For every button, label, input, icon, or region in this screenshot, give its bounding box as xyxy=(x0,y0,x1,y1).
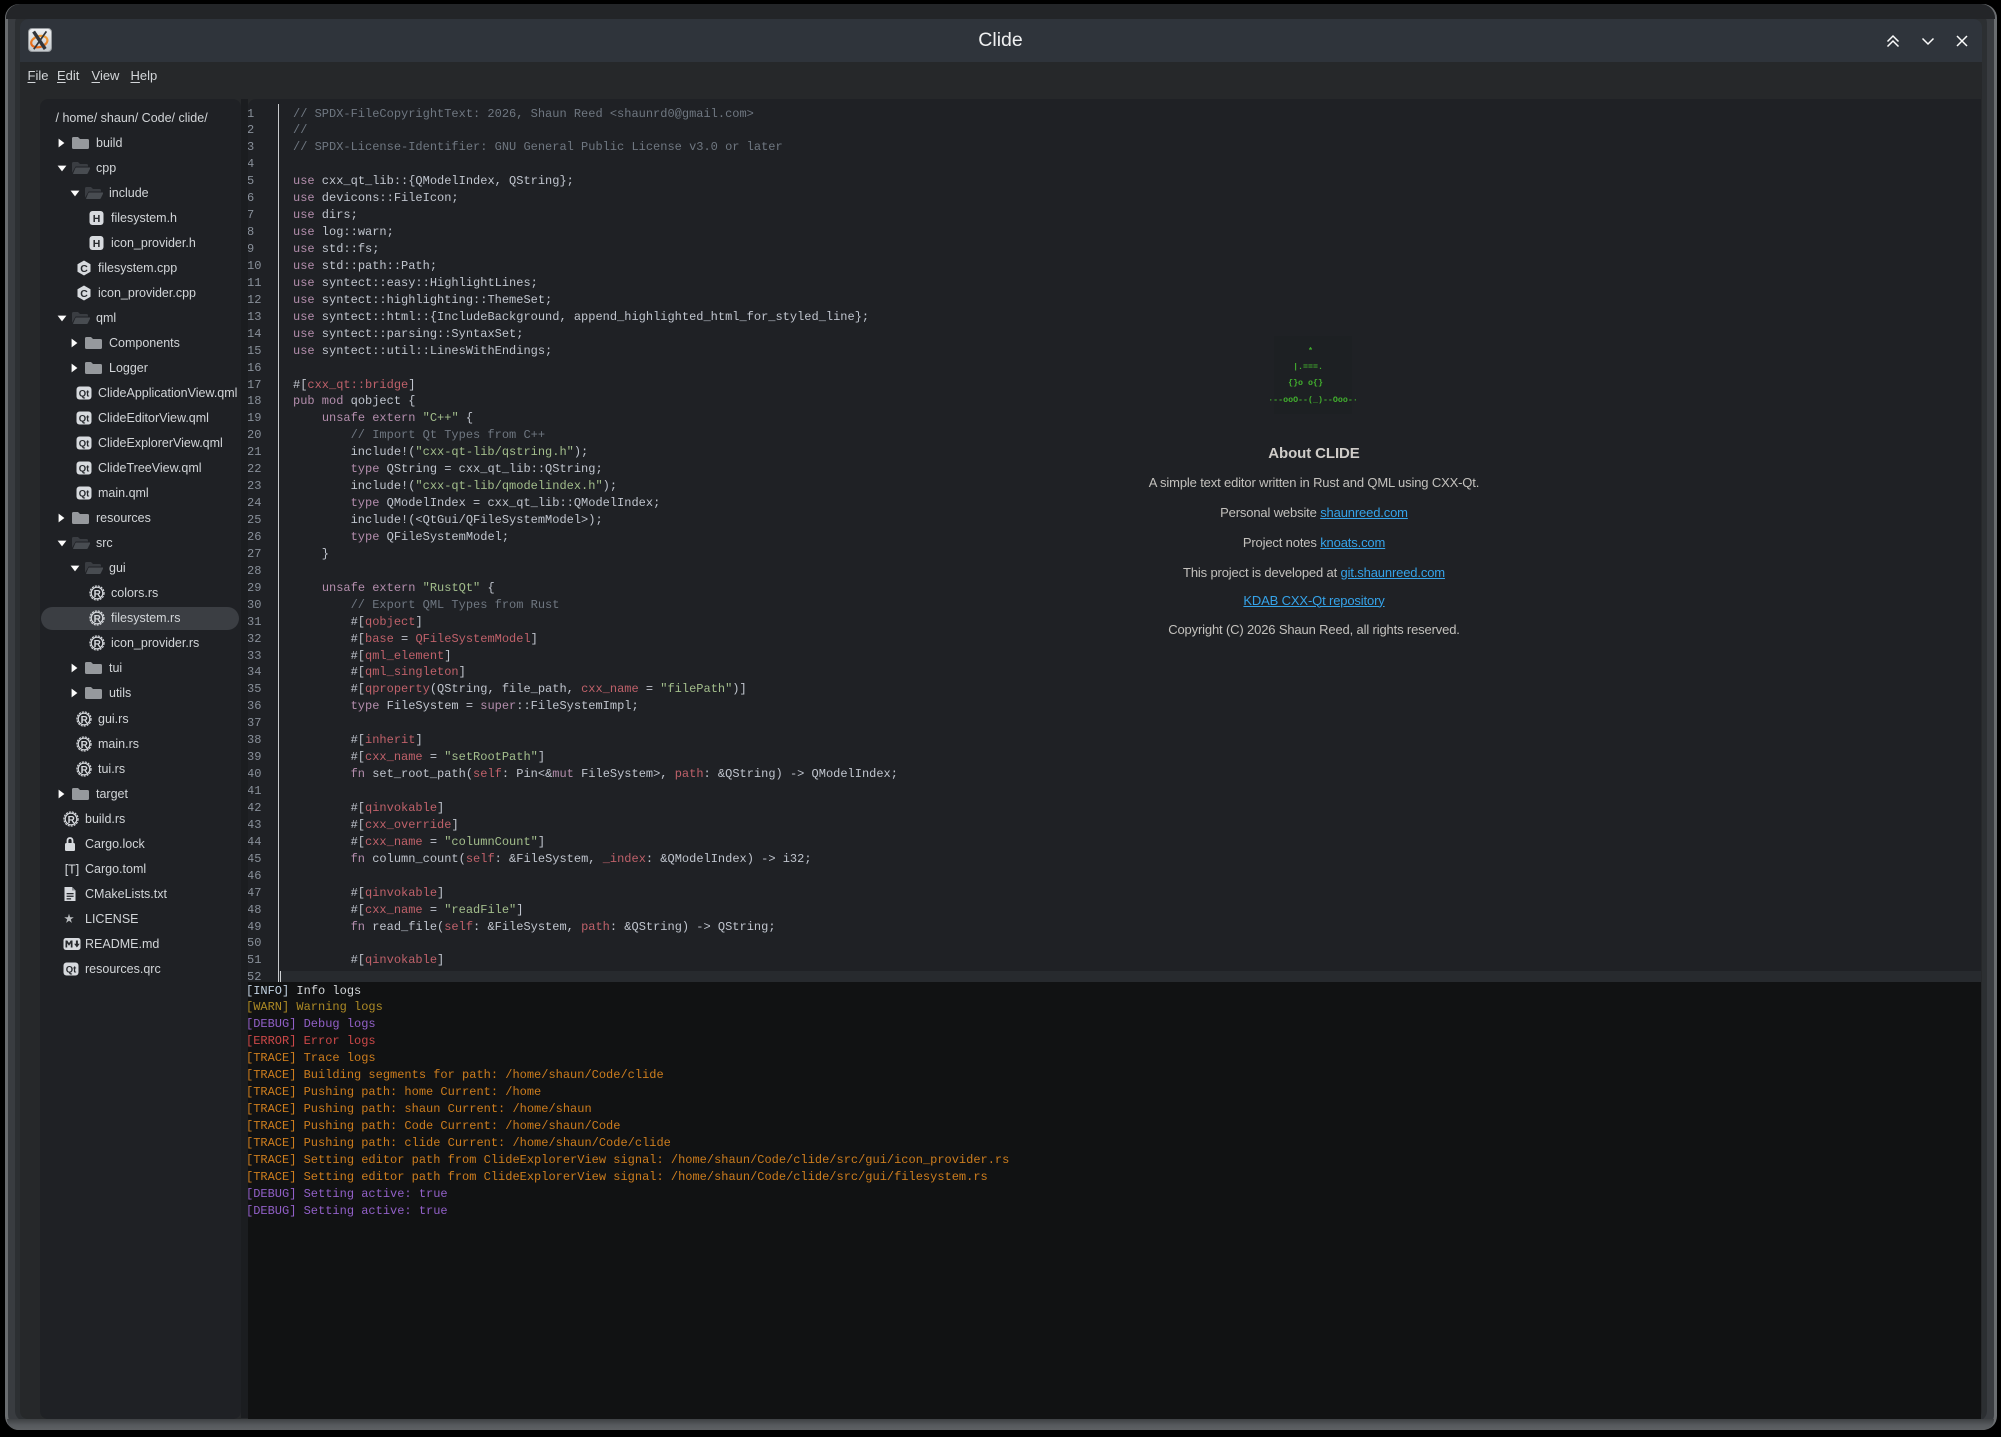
svg-text:R: R xyxy=(94,589,102,600)
svg-text:C: C xyxy=(80,288,88,300)
svg-text:R: R xyxy=(94,639,102,650)
svg-text:Qt: Qt xyxy=(79,464,90,475)
svg-text:R: R xyxy=(81,765,89,776)
svg-text:R: R xyxy=(81,715,89,726)
svg-text:Qt: Qt xyxy=(79,388,90,399)
svg-text:Qt: Qt xyxy=(79,439,90,450)
svg-text:H: H xyxy=(93,238,101,250)
svg-text:[T]: [T] xyxy=(65,862,80,876)
svg-text:H: H xyxy=(93,213,101,225)
svg-text:C: C xyxy=(80,262,88,274)
svg-text:R: R xyxy=(68,815,76,826)
svg-text:R: R xyxy=(94,614,102,625)
svg-text:Qt: Qt xyxy=(66,964,77,975)
svg-text:R: R xyxy=(81,740,89,751)
svg-text:Qt: Qt xyxy=(79,489,90,500)
svg-text:Qt: Qt xyxy=(79,414,90,425)
